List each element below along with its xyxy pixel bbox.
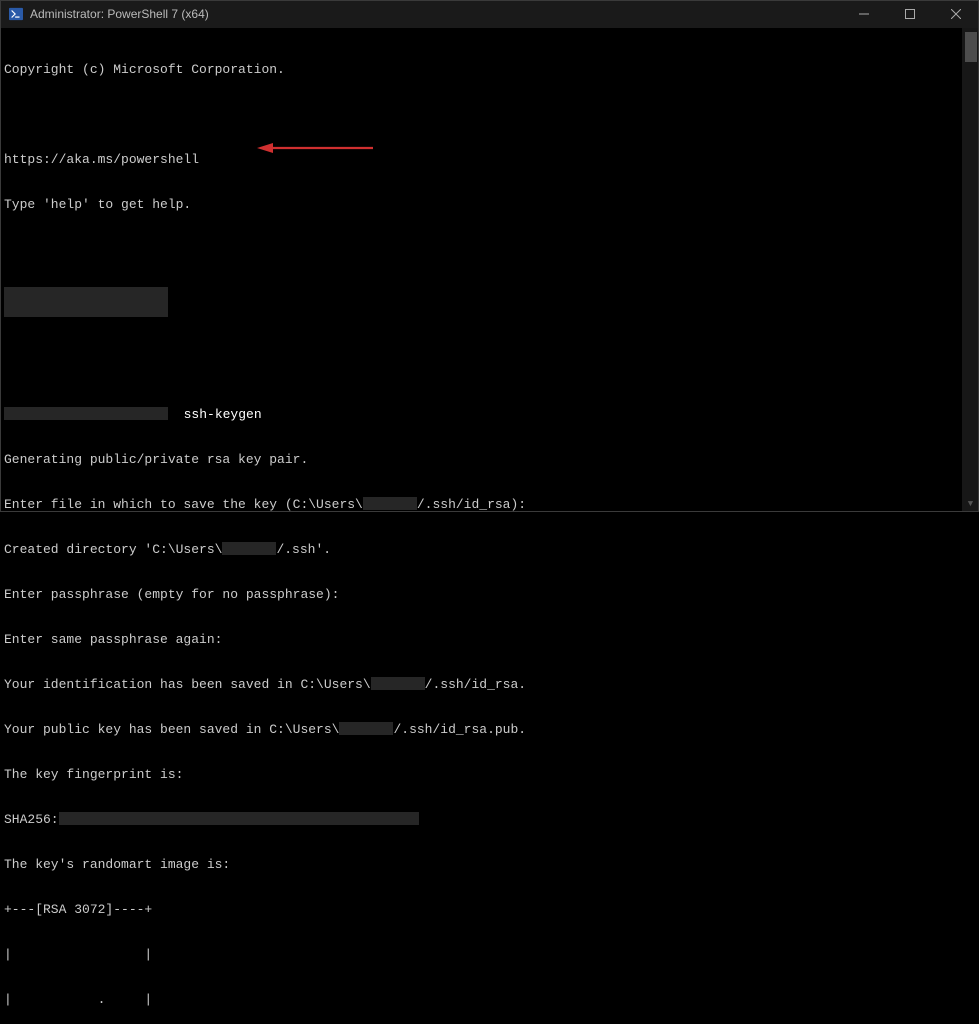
scrollbar-track[interactable]: ▲ ▼ [962, 28, 979, 512]
window-controls [841, 0, 979, 28]
output-line: SHA256: [4, 812, 979, 827]
randomart-line: +---[RSA 3072]----+ [4, 902, 979, 917]
command-line: ssh-keygen [4, 407, 979, 422]
output-line: Your identification has been saved in C:… [4, 677, 979, 692]
output-line: Type 'help' to get help. [4, 197, 979, 212]
output-line [4, 242, 979, 257]
maximize-button[interactable] [887, 0, 933, 28]
output-line [4, 347, 979, 377]
output-line: The key fingerprint is: [4, 767, 979, 782]
window-title: Administrator: PowerShell 7 (x64) [30, 7, 209, 21]
output-line: Copyright (c) Microsoft Corporation. [4, 62, 979, 77]
randomart-line: | | [4, 947, 979, 962]
output-line: The key's randomart image is: [4, 857, 979, 872]
powershell-icon [8, 7, 24, 21]
output-line: Enter passphrase (empty for no passphras… [4, 587, 979, 602]
close-button[interactable] [933, 0, 979, 28]
output-line [4, 107, 979, 122]
output-line: Generating public/private rsa key pair. [4, 452, 979, 467]
terminal-output[interactable]: Copyright (c) Microsoft Corporation. htt… [0, 28, 979, 512]
output-line [4, 287, 979, 317]
randomart-line: | . | [4, 992, 979, 1007]
titlebar[interactable]: Administrator: PowerShell 7 (x64) [0, 0, 979, 28]
scroll-down-icon[interactable]: ▼ [962, 495, 979, 512]
output-line: Your public key has been saved in C:\Use… [4, 722, 979, 737]
output-line: Created directory 'C:\Users\/.ssh'. [4, 542, 979, 557]
output-line: Enter file in which to save the key (C:\… [4, 497, 979, 512]
command-text: ssh-keygen [184, 407, 262, 422]
minimize-button[interactable] [841, 0, 887, 28]
scrollbar-thumb[interactable] [965, 32, 977, 62]
output-line: https://aka.ms/powershell [4, 152, 979, 167]
titlebar-left: Administrator: PowerShell 7 (x64) [8, 7, 209, 21]
output-line: Enter same passphrase again: [4, 632, 979, 647]
